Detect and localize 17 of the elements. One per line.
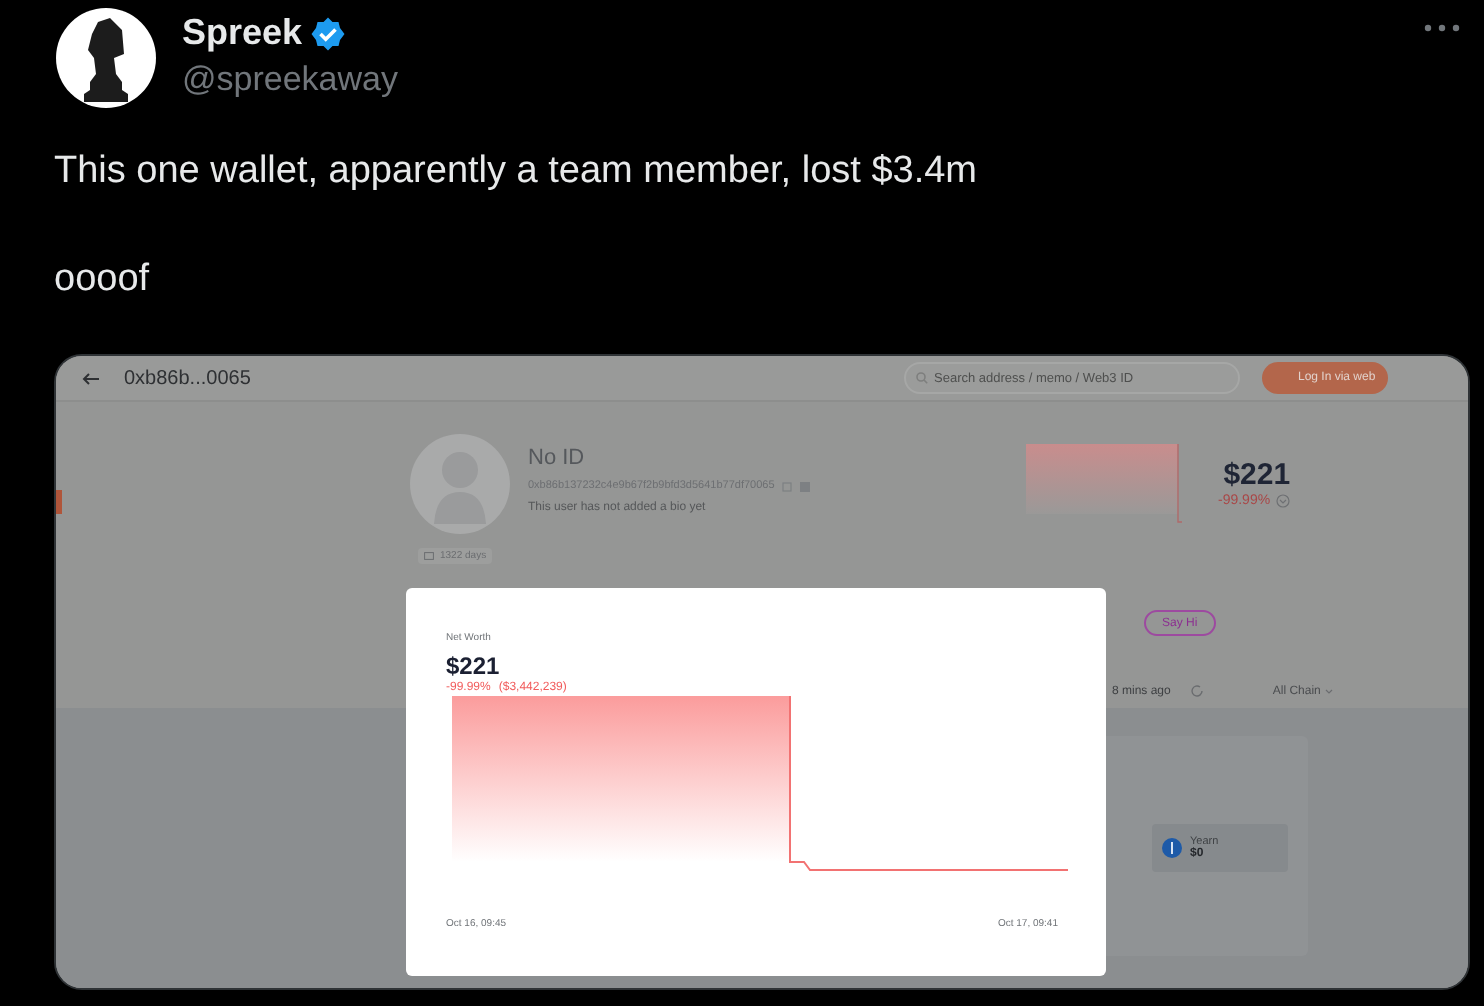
calendar-icon: [424, 552, 434, 560]
net-worth-value: $221: [1223, 458, 1291, 492]
wallet-address-title: 0xb86b...0065: [124, 367, 253, 389]
chevron-down-icon: [1324, 687, 1335, 695]
author-handle[interactable]: @spreekaway: [182, 60, 398, 100]
avatar[interactable]: [56, 8, 156, 108]
more-icon[interactable]: [1424, 24, 1460, 32]
profile-name: No ID: [528, 446, 587, 470]
chess-knight-icon: [80, 14, 132, 102]
search-icon: [916, 372, 928, 384]
modal-net-worth-value: $221: [446, 652, 502, 680]
tweet-text: This one wallet, apparently a team member, lost $3.4m: [52, 150, 980, 194]
back-arrow-icon[interactable]: [82, 371, 100, 385]
author-name[interactable]: Spreek: [182, 12, 303, 54]
embedded-screenshot[interactable]: [54, 354, 1470, 990]
tweet-text: oooof: [52, 258, 152, 302]
coin-icon: [1162, 838, 1182, 858]
